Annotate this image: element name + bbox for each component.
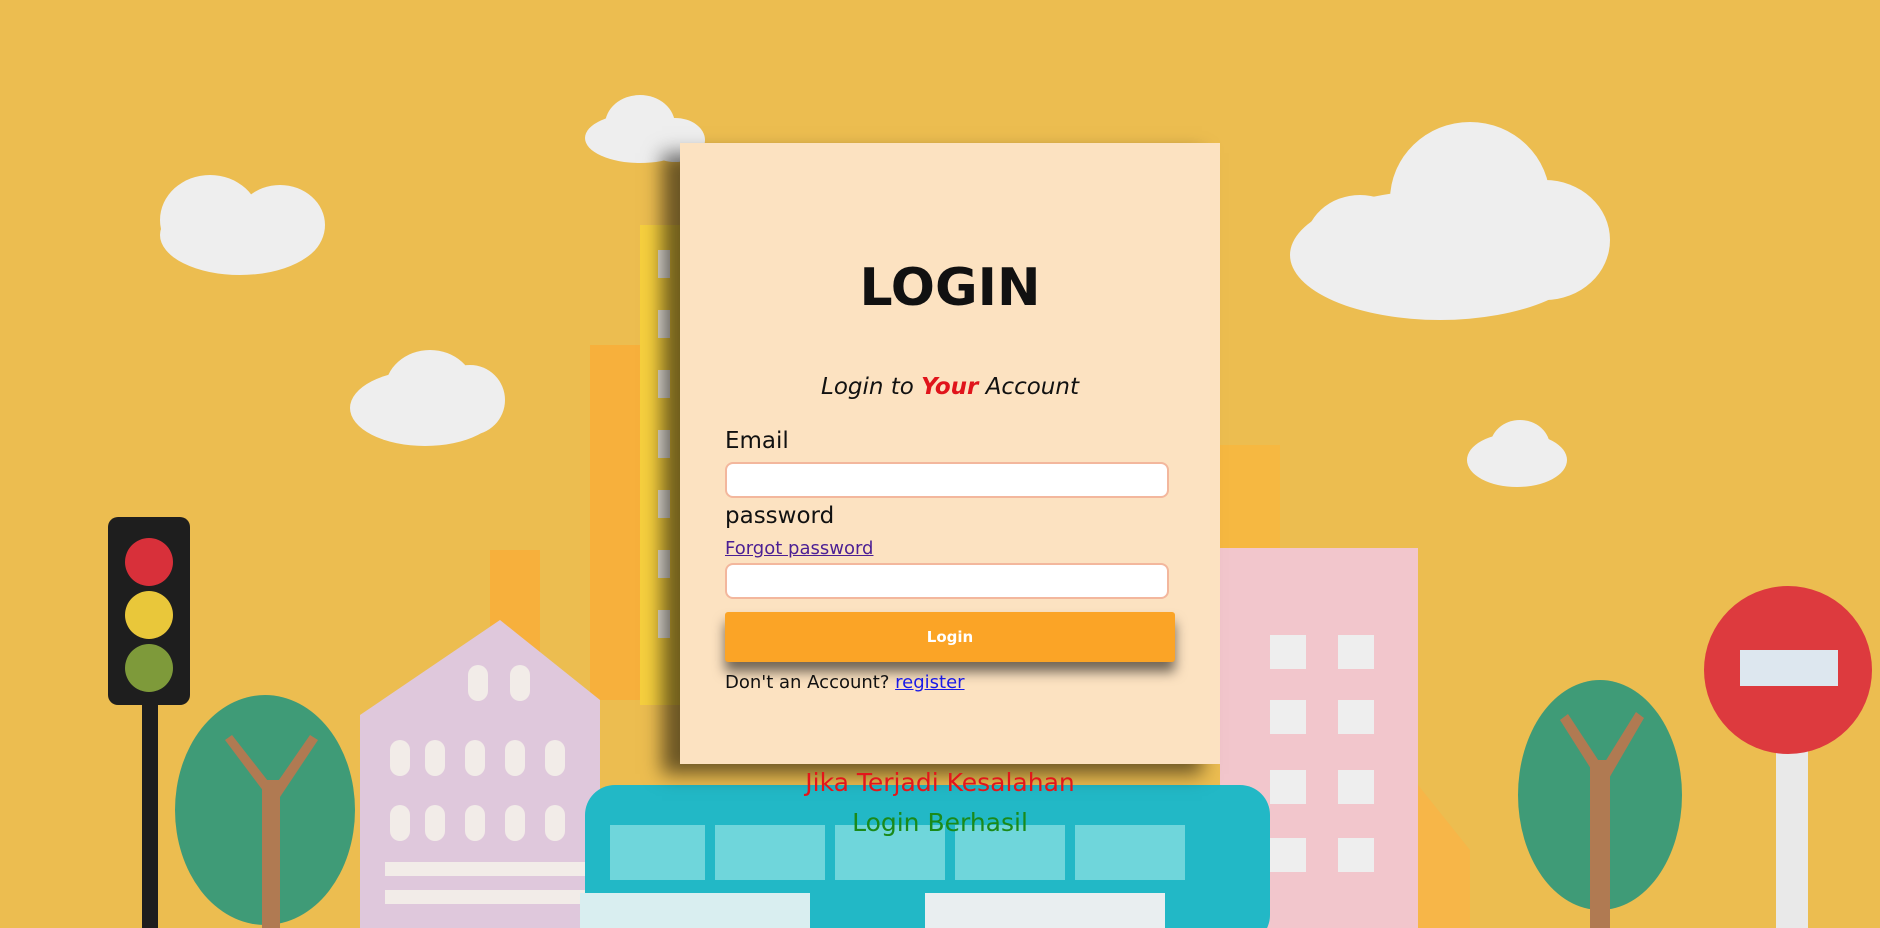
subtitle-prefix: Login to (821, 374, 922, 400)
cloud (1290, 122, 1610, 320)
subtitle-accent: Your (921, 374, 979, 400)
login-title: LOGIN (859, 258, 1041, 318)
login-button[interactable]: Login (725, 612, 1175, 662)
login-card: LOGIN Login to Your Account Email passwo… (680, 143, 1220, 764)
register-row: Don't an Account? register (725, 672, 965, 693)
cloud (1467, 420, 1567, 487)
forgot-password-link[interactable]: Forgot password (725, 538, 873, 559)
password-field[interactable] (725, 563, 1169, 599)
email-label: Email (725, 428, 789, 454)
no-entry-sign (1704, 586, 1872, 928)
password-label: password (725, 503, 835, 529)
error-message: Jika Terjadi Kesalahan (805, 768, 1075, 797)
cloud (160, 175, 325, 275)
tree-right (1518, 680, 1682, 928)
email-field[interactable] (725, 462, 1169, 498)
success-message: Login Berhasil (852, 808, 1028, 837)
register-link[interactable]: register (895, 672, 964, 693)
subtitle-suffix: Account (978, 374, 1079, 400)
orange-building (590, 345, 640, 700)
login-subtitle: Login to Your Account (680, 374, 1220, 400)
register-prompt: Don't an Account? (725, 672, 896, 693)
cloud (350, 350, 505, 446)
